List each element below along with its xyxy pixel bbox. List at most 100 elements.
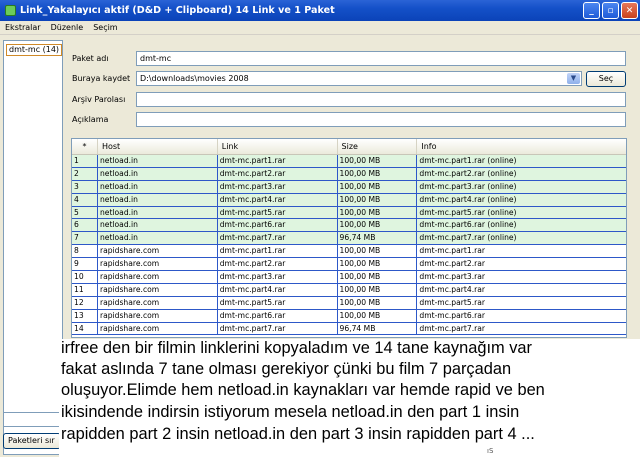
packages-button[interactable]: Paketleri sır [3,433,61,449]
close-button[interactable]: ✕ [621,2,638,19]
cell-index: 4 [72,193,98,206]
cell-info: dmt-mc.part2.rar (online) [419,168,517,178]
cell-index: 13 [72,309,98,322]
cell-size: 100,00 MB [338,296,418,309]
comment-input[interactable] [136,112,626,127]
cell-link: dmt-mc.part6.rar [218,309,338,322]
menu-bar: Ekstralar Düzenle Seçim [0,21,640,35]
cell-link: dmt-mc.part5.rar [218,296,338,309]
minimize-button[interactable]: _ [583,2,600,19]
cell-info: dmt-mc.part4.rar [419,284,486,294]
link-table[interactable]: * Host Link Size Info 1 netload.in dmt-mc.… [71,138,627,338]
table-row[interactable]: 8 rapidshare.com dmt-mc.part1.rar 100,00 MB… [72,245,626,259]
cell-link: dmt-mc.part2.rar [218,258,338,271]
overlay-line: ikisindende indirsin istiyorum mesela ne… [61,403,520,421]
cell-size: 100,00 MB [338,271,418,283]
table-row[interactable]: 11 rapidshare.com dmt-mc.part4.rar 100,00 M… [72,283,626,297]
cell-index: 7 [72,232,98,245]
maximize-button[interactable]: ▫ [602,2,619,19]
package-name-label: Paket adı [72,54,109,63]
comment-label: Açıklama [72,115,109,124]
cell-index: 11 [72,283,98,296]
table-row[interactable]: 2 netload.in dmt-mc.part2.rar 100,00 MB dmt-… [72,167,626,181]
cell-info: dmt-mc.part5.rar (online) [419,207,517,217]
cell-index: 5 [72,206,98,219]
table-row[interactable]: 9 rapidshare.com dmt-mc.part2.rar 100,00 MB… [72,258,626,272]
cell-size: 100,00 MB [338,155,418,167]
cell-info: dmt-mc.part4.rar (online) [419,194,517,204]
cell-host: rapidshare.com [98,258,218,271]
save-to-value: D:\downloads\movies 2008 [140,74,249,83]
cell-info: dmt-mc.part5.rar [419,297,486,307]
window-controls: _ ▫ ✕ [583,2,638,19]
chevron-down-icon[interactable]: ▼ [567,73,580,84]
cell-info: dmt-mc.part2.rar [419,259,486,269]
cell-link: dmt-mc.part4.rar [218,193,338,206]
table-row[interactable]: 1 netload.in dmt-mc.part1.rar 100,00 MB dmt-… [72,155,626,168]
cell-link: dmt-mc.part3.rar [218,271,338,283]
table-row[interactable]: 14 rapidshare.com dmt-mc.part7.rar 96,74 MB… [72,322,626,336]
cell-link: dmt-mc.part7.rar [218,232,338,245]
cell-host: netload.in [98,206,218,219]
cell-link: dmt-mc.part5.rar [218,206,338,219]
cell-size: 96,74 MB [338,232,418,245]
menu-secim[interactable]: Seçim [88,23,122,32]
table-row[interactable]: 6 netload.in dmt-mc.part6.rar 100,00 MB dmt-… [72,219,626,233]
table-row[interactable]: 7 netload.in dmt-mc.part7.rar 96,74 MB dmt-m… [72,232,626,246]
package-name-input[interactable]: dmt-mc [136,51,626,66]
menu-ekstralar[interactable]: Ekstralar [0,23,46,32]
table-row[interactable]: 13 rapidshare.com dmt-mc.part6.rar 100,00 M… [72,309,626,323]
cell-size: 100,00 MB [338,167,418,180]
overlay-line: irfree den bir filmin linklerini kopyala… [61,339,532,357]
save-to-label: Buraya kaydet [72,74,131,83]
table-row[interactable]: 5 netload.in dmt-mc.part5.rar 100,00 MB dmt-… [72,206,626,220]
table-row[interactable]: 12 rapidshare.com dmt-mc.part5.rar 100,00 M… [72,296,626,310]
archive-password-input[interactable] [136,92,626,107]
cell-size: 100,00 MB [338,258,418,271]
cell-index: 12 [72,296,98,309]
table-row[interactable]: 10 rapidshare.com dmt-mc.part3.rar 100,00 M… [72,271,626,284]
cell-info: dmt-mc.part3.rar (online) [419,181,517,191]
cell-info: dmt-mc.part1.rar (online) [419,156,517,165]
cell-index: 2 [72,167,98,180]
left-input[interactable] [3,412,60,427]
cell-info: dmt-mc.part7.rar (online) [419,233,517,243]
cell-host: netload.in [98,167,218,180]
column-header-size[interactable]: Size [338,139,418,154]
cell-size: 100,00 MB [338,309,418,322]
cell-link: dmt-mc.part6.rar [218,219,338,232]
overlay-text-box: irfree den bir filmin linklerini kopyala… [59,339,640,457]
cell-index: 10 [72,271,98,283]
cell-size: 100,00 MB [338,245,418,258]
browse-button[interactable]: Seç [586,71,626,87]
cell-host: netload.in [98,155,218,167]
cell-size: 100,00 MB [338,283,418,296]
save-to-combo[interactable]: D:\downloads\movies 2008 ▼ [136,71,582,86]
overlay-tail-text: ıS [487,447,494,455]
column-header-link[interactable]: Link [218,139,338,154]
cell-host: netload.in [98,180,218,193]
cell-host: rapidshare.com [98,271,218,283]
column-header-info[interactable]: Info [417,139,626,154]
cell-host: netload.in [98,232,218,245]
menu-duzenle[interactable]: Düzenle [46,23,89,32]
cell-host: rapidshare.com [98,309,218,322]
cell-host: rapidshare.com [98,296,218,309]
table-header: * Host Link Size Info [72,139,626,155]
cell-host: rapidshare.com [98,322,218,335]
cell-host: rapidshare.com [98,283,218,296]
column-header-host[interactable]: Host [98,139,218,154]
cell-index: 1 [72,155,98,167]
cell-host: netload.in [98,193,218,206]
column-header-index[interactable]: * [72,139,98,154]
overlay-line: oluşuyor.Elimde hem netload.in kaynaklar… [61,381,545,399]
cell-index: 3 [72,180,98,193]
cell-link: dmt-mc.part1.rar [218,155,338,167]
cell-host: netload.in [98,219,218,232]
package-item[interactable]: dmt-mc (14) [6,44,63,56]
package-list[interactable]: dmt-mc (14) [3,40,63,455]
table-row[interactable]: 4 netload.in dmt-mc.part4.rar 100,00 MB dmt-… [72,193,626,207]
table-row[interactable]: 3 netload.in dmt-mc.part3.rar 100,00 MB dmt-… [72,180,626,194]
cell-index: 8 [72,245,98,258]
cell-info: dmt-mc.part6.rar [419,310,486,320]
